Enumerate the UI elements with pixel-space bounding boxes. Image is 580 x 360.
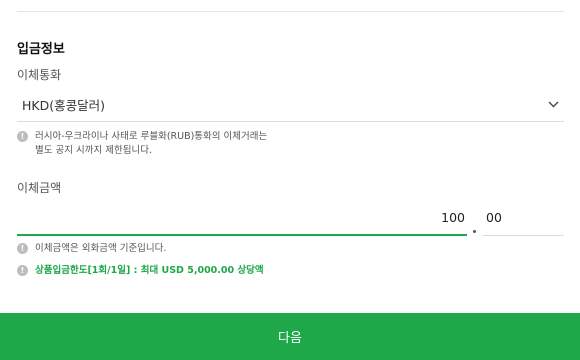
amount-decimal-value: 00	[486, 210, 502, 225]
currency-label: 이체통화	[17, 68, 62, 82]
limit-notice: ! 상품입금한도[1회/1일] : 최대 USD 5,000.00 상당액	[17, 264, 264, 278]
top-divider	[17, 11, 564, 12]
amount-notice-text: 이체금액은 외화금액 기준입니다.	[35, 243, 167, 254]
currency-select-value: HKD(홍콩달러)	[22, 98, 105, 113]
section-title: 입금정보	[17, 42, 65, 57]
amount-decimal-input[interactable]: 00	[483, 200, 564, 236]
currency-notice: ! 러시아-우크라이나 사태로 루블화(RUB)통화의 이체거래는 별도 공지 …	[17, 130, 267, 158]
info-icon: !	[17, 131, 28, 142]
info-icon: !	[17, 265, 28, 276]
next-button[interactable]: 다음	[0, 313, 580, 360]
currency-notice-line-2: 별도 공지 시까지 제한됩니다.	[35, 145, 152, 156]
amount-input-group: 100 00	[17, 200, 564, 236]
amount-integer-input[interactable]: 100	[17, 200, 467, 236]
chevron-down-icon	[546, 98, 560, 112]
currency-select[interactable]: HKD(홍콩달러)	[17, 88, 564, 122]
next-button-label: 다음	[278, 331, 302, 346]
amount-label: 이체금액	[17, 181, 62, 195]
limit-notice-text: 상품입금한도[1회/1일] : 최대 USD 5,000.00 상당액	[35, 265, 264, 276]
info-icon: !	[17, 243, 28, 254]
amount-notice: ! 이체금액은 외화금액 기준입니다.	[17, 242, 166, 256]
decimal-point	[473, 230, 476, 233]
amount-integer-value: 100	[441, 209, 465, 225]
currency-notice-line-1: 러시아-우크라이나 사태로 루블화(RUB)통화의 이체거래는	[35, 131, 268, 142]
